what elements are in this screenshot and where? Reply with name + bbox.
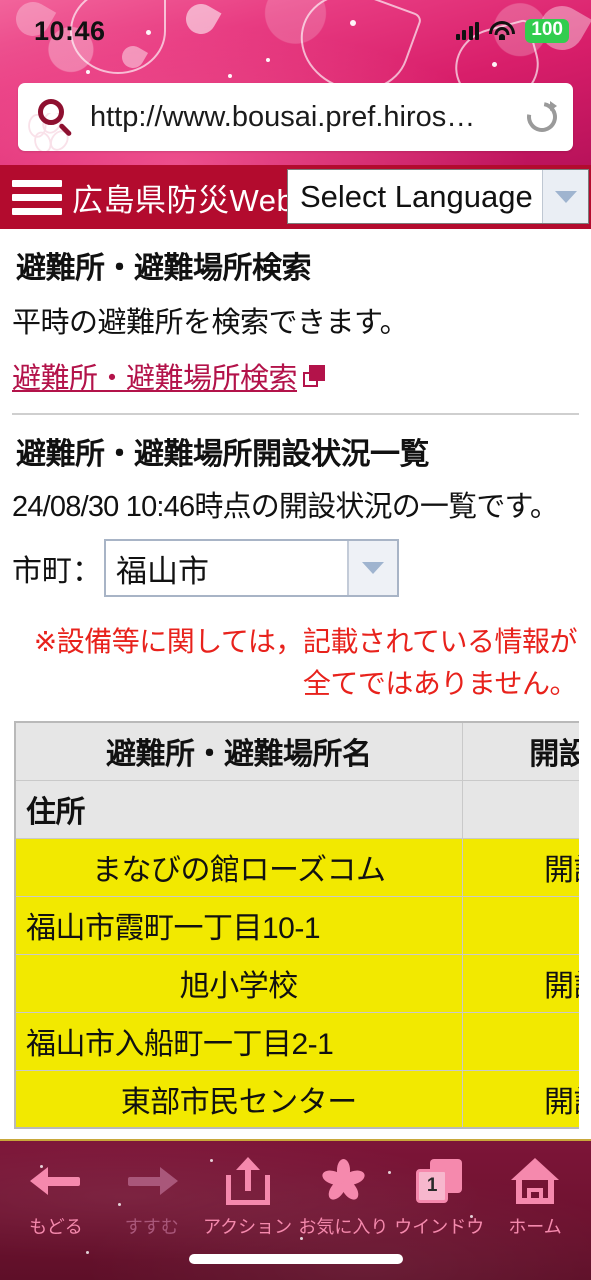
windows-icon: 1 [416, 1159, 463, 1203]
shelter-status-spacer [461, 1011, 579, 1071]
reload-icon[interactable] [521, 96, 563, 138]
table-row[interactable]: 福山市霞町一丁目10-1 [14, 895, 579, 955]
shelter-search-description: 平時の避難所を検索できます。 [12, 307, 409, 339]
toolbar-back-button[interactable]: もどる [8, 1155, 104, 1239]
toolbar-windows-button[interactable]: 1 ウインドウ [391, 1155, 487, 1239]
equipment-notice: ※設備等に関しては，記載されている情報が 全てではありません。 [12, 607, 579, 721]
toolbar-share-label: アクション [203, 1217, 293, 1237]
status-bar-clock: 10:46 [34, 15, 106, 46]
cellular-signal-icon [455, 21, 480, 41]
column-header-spacer [461, 779, 579, 839]
toolbar-back-label: もどる [29, 1217, 83, 1237]
column-header-status: 開設状況 [461, 721, 579, 781]
shelter-status: 開設中 [461, 953, 579, 1013]
equipment-notice-line1: ※設備等に関しては，記載されている情報が [33, 626, 578, 657]
toolbar-bookmarks-button[interactable]: お気に入り [295, 1155, 391, 1239]
url-text[interactable]: http://www.bousai.pref.hiros… [90, 101, 525, 134]
table-row[interactable]: まなびの館ローズコム 開設中 [14, 837, 579, 897]
status-bar: 10:46 100 [0, 0, 591, 62]
shelter-address: 福山市霞町一丁目10-1 [14, 895, 463, 955]
column-header-address: 住所 [14, 779, 463, 839]
status-timestamp: 24/08/30 10:46時点の開設状況の一覧です。 [12, 491, 559, 523]
language-select-value: Select Language [300, 178, 533, 214]
language-select[interactable]: Select Language [287, 169, 589, 224]
window-count-badge: 1 [416, 1169, 449, 1203]
table-header-row: 避難所・避難場所名 開設状況 [14, 721, 579, 781]
wifi-icon [489, 21, 516, 41]
shelter-status-spacer [461, 895, 579, 955]
table-subheader-row: 住所 [14, 779, 579, 839]
shelter-name: まなびの館ローズコム [14, 837, 463, 897]
forward-arrow-icon [126, 1164, 178, 1198]
browser-toolbar: もどる すすむ アクション お気に入り 1 ウインドウ ホーム [0, 1139, 591, 1280]
back-arrow-icon [29, 1164, 82, 1198]
column-header-name: 避難所・避難場所名 [14, 721, 463, 781]
shelter-status: 開設中 [461, 1069, 579, 1129]
shelter-address: 福山市入船町一丁目2-1 [14, 1011, 463, 1071]
share-icon [225, 1157, 270, 1205]
table-row[interactable]: 東部市民センター 開設中 [14, 1069, 579, 1129]
sparkle-decoration [492, 62, 497, 67]
city-select[interactable]: 福山市 [104, 539, 399, 597]
address-bar[interactable]: http://www.bousai.pref.hiros… [18, 83, 573, 151]
city-filter-label: 市町： [12, 555, 102, 588]
toolbar-share-button[interactable]: アクション [200, 1155, 296, 1239]
chevron-down-icon [362, 562, 384, 574]
toolbar-bookmarks-label: お気に入り [298, 1217, 389, 1237]
sparkle-decoration [86, 70, 90, 74]
city-filter-row: 市町： 福山市 [12, 531, 579, 607]
shelter-status-table: 避難所・避難場所名 開設状況 住所 まなびの館ローズコム 開設中 福山市霞町一丁… [14, 721, 579, 1129]
chevron-down-icon [554, 190, 577, 203]
shelter-table-wrapper[interactable]: 避難所・避難場所名 開設状況 住所 まなびの館ローズコム 開設中 福山市霞町一丁… [14, 721, 579, 1129]
sakura-bookmark-icon [320, 1158, 367, 1204]
sparkle-decoration [228, 74, 232, 78]
status-bar-indicators: 100 [455, 19, 569, 43]
shelter-search-heading: 避難所・避難場所検索 [16, 252, 312, 285]
home-icon [511, 1158, 560, 1204]
shelter-search-link[interactable]: 避難所・避難場所検索 [12, 345, 326, 401]
language-select-button[interactable] [542, 170, 588, 223]
battery-percentage-badge: 100 [525, 19, 569, 43]
city-select-button[interactable] [347, 541, 397, 595]
table-row[interactable]: 旭小学校 開設中 [14, 953, 579, 1013]
table-row[interactable]: 福山市入船町一丁目2-1 [14, 1011, 579, 1071]
city-select-value: 福山市 [116, 553, 209, 589]
shelter-name: 東部市民センター [14, 1069, 463, 1129]
mobile-browser-screen: 10:46 100 http://www.bousai.pref.hiros… … [0, 0, 591, 1280]
toolbar-items: もどる すすむ アクション お気に入り 1 ウインドウ ホーム [0, 1141, 591, 1239]
toolbar-home-label: ホーム [508, 1217, 562, 1237]
toolbar-windows-label: ウインドウ [394, 1217, 485, 1237]
home-indicator [188, 1254, 403, 1264]
page-content: 避難所・避難場所検索 平時の避難所を検索できます。 避難所・避難場所検索 避難所… [0, 229, 591, 1129]
toolbar-forward-button[interactable]: すすむ [104, 1155, 200, 1239]
external-link-icon [303, 365, 326, 387]
equipment-notice-line2: 全てではありません。 [302, 668, 578, 699]
search-icon [36, 97, 76, 137]
toolbar-home-button[interactable]: ホーム [487, 1155, 583, 1239]
shelter-search-link-label: 避難所・避難場所検索 [12, 363, 298, 395]
hamburger-menu-icon[interactable] [8, 173, 66, 222]
toolbar-forward-label: すすむ [124, 1217, 179, 1237]
site-title: 広島県防災Web [72, 182, 295, 218]
browser-header: 10:46 100 http://www.bousai.pref.hiros… [0, 0, 591, 165]
site-navigation-bar: 広島県防災Web Select Language [0, 165, 591, 229]
shelter-status: 開設中 [461, 837, 579, 897]
shelter-name: 旭小学校 [14, 953, 463, 1013]
shelter-status-heading: 避難所・避難場所開設状況一覧 [16, 438, 430, 471]
